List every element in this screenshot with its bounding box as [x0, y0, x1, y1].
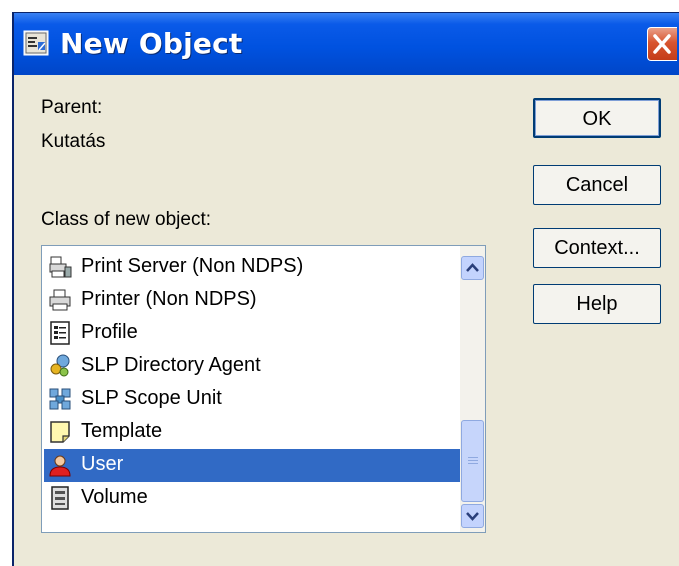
list-item-template[interactable]: Template	[44, 416, 461, 449]
list-item-label: SLP Scope Unit	[81, 387, 222, 409]
list-item-label: Template	[81, 420, 163, 442]
volume-icon	[51, 486, 69, 510]
list-item-printer[interactable]: Printer (Non NDPS)	[44, 284, 461, 317]
list-item-label: Volume	[81, 486, 148, 508]
list-item-profile[interactable]: Profile	[44, 317, 461, 350]
scroll-up-button[interactable]	[461, 256, 484, 280]
list-item-volume[interactable]: Volume	[44, 482, 461, 515]
printer-icon	[49, 289, 71, 311]
chevron-down-icon	[466, 512, 479, 521]
list-item-label: SLP Directory Agent	[81, 354, 261, 376]
list-item-label: User	[81, 453, 124, 475]
class-list[interactable]: Print Server (Non NDPS) Printer (Non NDP…	[41, 245, 486, 533]
user-icon	[49, 455, 71, 477]
title-bar[interactable]: New Object	[14, 13, 679, 75]
list-item-slp-directory-agent[interactable]: SLP Directory Agent	[44, 350, 461, 383]
new-object-dialog: New Object Parent: Kutatás Class of new …	[12, 12, 679, 566]
slp-scope-unit-icon	[49, 388, 71, 410]
close-button[interactable]	[647, 27, 677, 61]
list-item-label: Printer (Non NDPS)	[81, 288, 257, 310]
scroll-down-button[interactable]	[461, 504, 484, 528]
class-of-new-object-label: Class of new object:	[41, 209, 212, 230]
scroll-thumb[interactable]	[461, 420, 484, 502]
parent-label: Parent:	[41, 97, 103, 118]
cancel-button[interactable]: Cancel	[533, 165, 661, 205]
print-server-icon	[49, 256, 72, 278]
slp-directory-agent-icon	[50, 354, 70, 377]
context-button[interactable]: Context...	[533, 228, 661, 268]
template-icon	[50, 421, 70, 443]
list-item-print-server[interactable]: Print Server (Non NDPS)	[44, 251, 461, 284]
window-title: New Object	[60, 27, 243, 60]
list-scrollbar[interactable]	[460, 246, 485, 532]
list-item-user[interactable]: User	[44, 449, 461, 482]
profile-icon	[50, 321, 70, 345]
window-app-icon	[23, 30, 49, 56]
list-item-label: Print Server (Non NDPS)	[81, 255, 304, 277]
list-item-slp-scope-unit[interactable]: SLP Scope Unit	[44, 383, 461, 416]
parent-value: Kutatás	[41, 131, 106, 152]
chevron-up-icon	[466, 263, 479, 272]
list-item-label: Profile	[81, 321, 138, 343]
close-icon	[653, 34, 671, 54]
ok-button[interactable]: OK	[533, 98, 661, 138]
help-button[interactable]: Help	[533, 284, 661, 324]
